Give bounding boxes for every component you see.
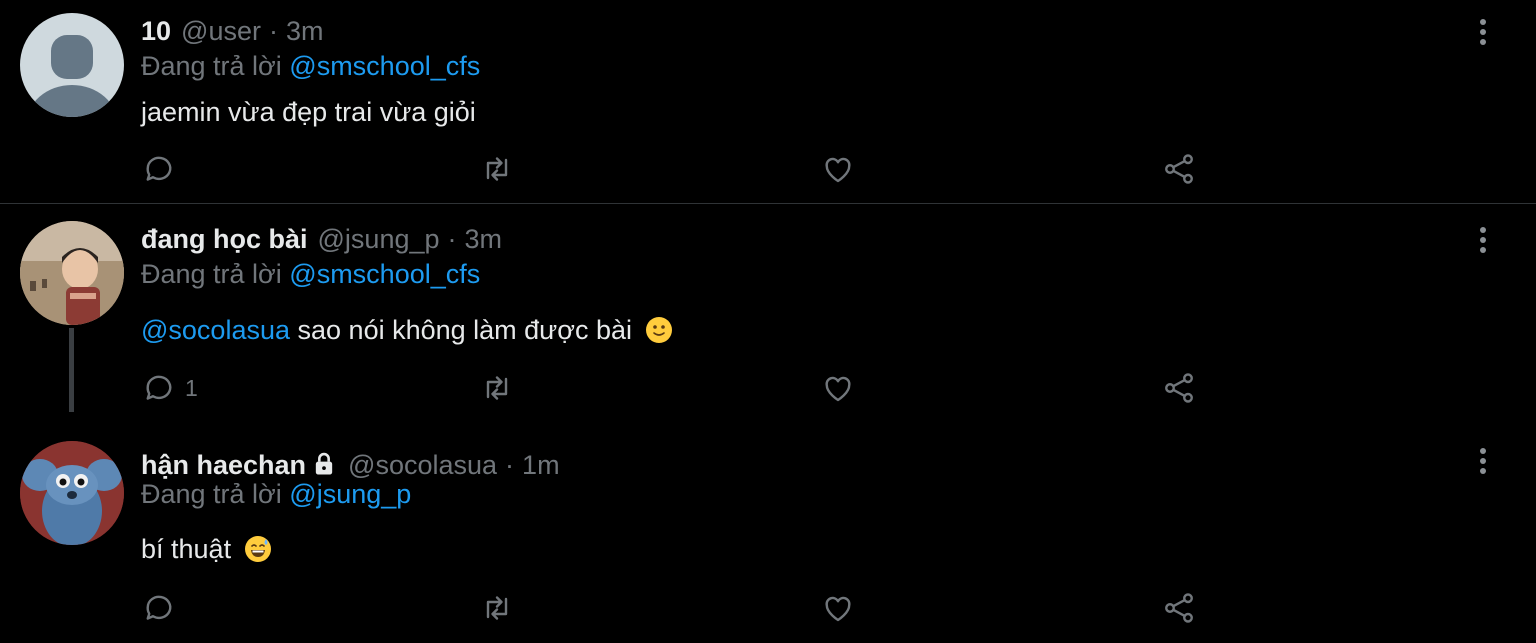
separator-dot: · — [505, 450, 515, 480]
display-name[interactable]: đang học bài — [141, 224, 308, 255]
tweet-3[interactable]: hận haechan @socolasua · 1m Đang trả lời… — [0, 424, 1536, 643]
replying-prefix: Đang trả lời — [141, 479, 282, 509]
separator-dot: · — [447, 224, 457, 254]
more-options-icon[interactable] — [1476, 227, 1490, 257]
grinning-sweat-face-icon — [244, 536, 271, 562]
like-button[interactable] — [820, 590, 856, 626]
share-button[interactable] — [1161, 151, 1197, 187]
tweet-time[interactable]: 3m — [465, 224, 503, 255]
replying-to: Đang trả lời @smschool_cfs — [141, 51, 480, 82]
reply-button[interactable] — [141, 590, 185, 626]
tweet-text: bí thuật — [141, 534, 271, 565]
replying-to: Đang trả lời @smschool_cfs — [141, 259, 480, 290]
thread-connector-line — [69, 328, 74, 412]
heart-icon — [825, 376, 851, 402]
text-mention[interactable]: @socolasua — [141, 315, 290, 345]
tweet-header: hận haechan @socolasua · 1m — [141, 446, 560, 481]
tweet-actions — [141, 151, 1221, 191]
reply-button[interactable] — [141, 151, 185, 187]
tweet-text: @socolasua sao nói không làm được bài — [141, 315, 672, 346]
user-silhouette-icon — [26, 35, 118, 117]
tweet-2[interactable]: đang học bài @jsung_p · 3m Đang trả lời … — [0, 204, 1536, 424]
tweet-text-content: bí thuật — [141, 534, 232, 564]
share-icon — [1165, 593, 1193, 623]
reply-button[interactable]: 1 — [141, 370, 198, 406]
tweet-time[interactable]: 1m — [522, 450, 560, 481]
blue-mouse-avatar[interactable] — [20, 441, 124, 545]
reply-icon — [146, 156, 172, 181]
replying-mention[interactable]: @smschool_cfs — [289, 51, 480, 81]
more-options-icon[interactable] — [1476, 19, 1490, 49]
replying-prefix: Đang trả lời — [141, 259, 282, 289]
tweet-1[interactable]: 10 @user · 3m Đang trả lời @smschool_cfs… — [0, 0, 1536, 203]
child-photo-avatar[interactable] — [20, 221, 124, 325]
retweet-button[interactable] — [479, 370, 515, 406]
retweet-icon — [486, 157, 508, 181]
reply-count: 1 — [185, 374, 198, 401]
more-options-icon[interactable] — [1476, 448, 1490, 478]
display-name[interactable]: hận haechan — [141, 450, 306, 481]
user-handle[interactable]: @user — [181, 16, 261, 47]
share-icon — [1165, 154, 1193, 184]
child-photo-image — [20, 221, 124, 325]
like-button[interactable] — [820, 370, 856, 406]
default-avatar[interactable] — [20, 13, 124, 117]
retweet-icon — [486, 376, 508, 400]
lock-icon — [310, 450, 338, 478]
replying-to: Đang trả lời @jsung_p — [141, 479, 411, 510]
share-button[interactable] — [1161, 590, 1197, 626]
replying-prefix: Đang trả lời — [141, 51, 282, 81]
retweet-button[interactable] — [479, 151, 515, 187]
user-handle[interactable]: @socolasua — [348, 450, 497, 481]
replying-mention[interactable]: @jsung_p — [289, 479, 411, 509]
share-button[interactable] — [1161, 370, 1197, 406]
heart-icon — [825, 157, 851, 183]
blue-mouse-image — [20, 441, 124, 545]
tweet-time[interactable]: 3m — [286, 16, 324, 47]
heart-icon — [825, 596, 851, 622]
replying-mention[interactable]: @smschool_cfs — [289, 259, 480, 289]
like-button[interactable] — [820, 151, 856, 187]
tweet-header: 10 @user · 3m — [141, 16, 324, 47]
share-icon — [1165, 373, 1193, 403]
tweet-actions — [141, 590, 1221, 630]
slightly-smiling-face-icon — [645, 317, 672, 343]
display-name[interactable]: 10 — [141, 16, 171, 47]
tweet-header: đang học bài @jsung_p · 3m — [141, 224, 502, 255]
user-handle[interactable]: @jsung_p — [318, 224, 440, 255]
retweet-icon — [486, 596, 508, 620]
reply-icon — [146, 375, 172, 400]
tweet-text-content: sao nói không làm được bài — [297, 315, 632, 345]
tweet-actions: 1 — [141, 370, 1221, 410]
reply-icon — [146, 595, 172, 620]
separator-dot: · — [268, 16, 278, 46]
retweet-button[interactable] — [479, 590, 515, 626]
tweet-text-content: jaemin vừa đẹp trai vừa giỏi — [141, 97, 476, 127]
tweet-text: jaemin vừa đẹp trai vừa giỏi — [141, 97, 476, 128]
